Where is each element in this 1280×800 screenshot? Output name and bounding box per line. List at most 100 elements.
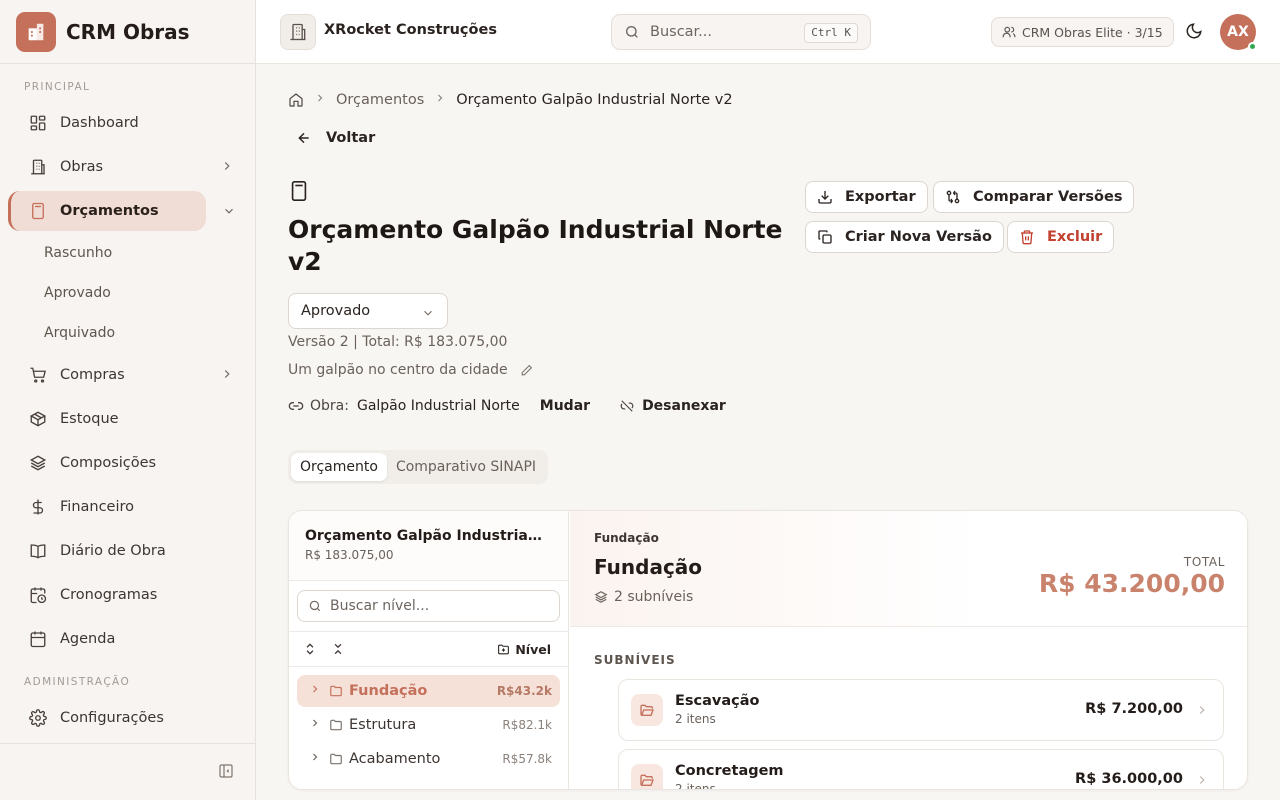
search-input[interactable]: Buscar... Ctrl K bbox=[611, 14, 871, 50]
new-version-label: Criar Nova Versão bbox=[845, 229, 992, 245]
folder-open-icon bbox=[631, 764, 663, 789]
unlink-icon bbox=[620, 399, 634, 413]
back-button[interactable]: Voltar bbox=[296, 130, 375, 146]
level-tree: Orçamento Galpão Industrial ... R$ 183.0… bbox=[289, 511, 569, 789]
sidebar-item-label: Cronogramas bbox=[60, 587, 158, 603]
search-shortcut: Ctrl K bbox=[804, 23, 858, 43]
delete-label: Excluir bbox=[1047, 229, 1103, 245]
tree-row-label: Acabamento bbox=[349, 751, 441, 767]
sidebar-item-label: Financeiro bbox=[60, 499, 135, 515]
sidebar-item-label: Dashboard bbox=[60, 115, 139, 131]
sidebar-item-orcamentos[interactable]: Orçamentos bbox=[8, 191, 206, 231]
sidebar-subitem-arquivado[interactable]: Arquivado bbox=[44, 323, 115, 343]
company-building-icon[interactable] bbox=[280, 14, 316, 50]
sidebar-item-configuracoes[interactable]: Configurações bbox=[8, 698, 248, 738]
layers-icon bbox=[28, 453, 48, 473]
building-icon bbox=[28, 157, 48, 177]
chevron-right-icon bbox=[220, 367, 234, 385]
chevron-right-icon bbox=[1195, 703, 1209, 721]
sublevel-card-concretagem[interactable]: Concretagem 2 itens R$ 36.000,00 bbox=[618, 749, 1224, 790]
folder-icon bbox=[329, 718, 343, 732]
delete-button[interactable]: Excluir bbox=[1007, 221, 1115, 253]
tree-row-acabamento[interactable]: Acabamento R$57.8k bbox=[297, 743, 560, 775]
brand-name: CRM Obras bbox=[66, 19, 190, 44]
sidebar-item-label: Configurações bbox=[60, 710, 164, 726]
sidebar-item-dashboard[interactable]: Dashboard bbox=[8, 103, 248, 143]
tab-orcamento[interactable]: Orçamento bbox=[291, 453, 387, 481]
folder-open-icon bbox=[631, 694, 663, 726]
sidebar-item-obras[interactable]: Obras bbox=[8, 147, 248, 187]
chevron-right-icon bbox=[434, 92, 446, 108]
tree-toolbar: Nível bbox=[289, 631, 569, 667]
sidebar-divider bbox=[0, 743, 256, 744]
expand-all-icon[interactable] bbox=[303, 642, 317, 656]
search-icon bbox=[308, 599, 322, 613]
moon-icon[interactable] bbox=[1185, 22, 1205, 42]
sidebar-collapse-icon[interactable] bbox=[218, 763, 236, 781]
search-placeholder: Buscar... bbox=[650, 24, 713, 40]
compare-versions-button[interactable]: Comparar Versões bbox=[933, 181, 1135, 213]
calendar-icon bbox=[28, 629, 48, 649]
sidebar-item-label: Obras bbox=[60, 159, 104, 175]
sidebar-subitem-aprovado[interactable]: Aprovado bbox=[44, 283, 111, 303]
plan-badge[interactable]: CRM Obras Elite · 3/15 bbox=[991, 17, 1174, 47]
detail-breadcrumb: Fundação bbox=[594, 531, 659, 545]
sidebar-item-cronogramas[interactable]: Cronogramas bbox=[8, 575, 248, 615]
chevron-down-icon[interactable] bbox=[222, 204, 236, 222]
add-level-button[interactable]: Nível bbox=[497, 642, 551, 657]
new-version-button[interactable]: Criar Nova Versão bbox=[805, 221, 1004, 253]
tree-row-label: Estrutura bbox=[349, 717, 417, 733]
sidebar: CRM Obras PRINCIPAL Dashboard Obras Orça… bbox=[0, 0, 256, 800]
main-content: Orçamentos Orçamento Galpão Industrial N… bbox=[256, 64, 1280, 800]
sublevels-section-label: SUBNÍVEIS bbox=[594, 653, 676, 667]
dollar-icon bbox=[28, 497, 48, 517]
layers-icon bbox=[594, 590, 608, 604]
company-name[interactable]: XRocket Construções bbox=[324, 22, 497, 38]
level-search-input[interactable]: Buscar nível... bbox=[297, 590, 560, 622]
status-select[interactable]: Aprovado bbox=[288, 293, 448, 329]
sidebar-item-diario[interactable]: Diário de Obra bbox=[8, 531, 248, 571]
cart-icon bbox=[28, 365, 48, 385]
chevron-right-icon bbox=[309, 751, 321, 767]
page-title: Orçamento Galpão Industrial Norte v2 bbox=[288, 215, 783, 276]
description: Um galpão no centro da cidade bbox=[288, 362, 533, 378]
plan-label: CRM Obras Elite · 3/15 bbox=[1022, 24, 1163, 40]
calculator-icon bbox=[28, 201, 48, 221]
folder-plus-icon bbox=[497, 643, 510, 656]
obra-label: Obra: bbox=[310, 398, 349, 414]
arrow-left-icon bbox=[296, 130, 312, 146]
pencil-icon[interactable] bbox=[520, 364, 533, 377]
sublevel-name: Escavação bbox=[675, 693, 760, 709]
tree-row-estrutura[interactable]: Estrutura R$82.1k bbox=[297, 709, 560, 741]
collapse-all-icon[interactable] bbox=[331, 642, 345, 656]
tree-row-fundacao[interactable]: Fundação R$43.2k bbox=[297, 675, 560, 707]
sublevel-count: 2 itens bbox=[675, 782, 716, 790]
sidebar-item-compras[interactable]: Compras bbox=[8, 355, 248, 395]
sublevel-name: Concretagem bbox=[675, 763, 784, 779]
sidebar-item-agenda[interactable]: Agenda bbox=[8, 619, 248, 659]
sidebar-item-estoque[interactable]: Estoque bbox=[8, 399, 248, 439]
sidebar-item-composicoes[interactable]: Composições bbox=[8, 443, 248, 483]
export-label: Exportar bbox=[845, 189, 916, 205]
detail-title: Fundação bbox=[594, 555, 703, 579]
home-icon[interactable] bbox=[288, 92, 304, 108]
sidebar-item-label: Compras bbox=[60, 367, 125, 383]
sidebar-item-label: Orçamentos bbox=[60, 203, 159, 219]
breadcrumb-current: Orçamento Galpão Industrial Norte v2 bbox=[456, 92, 733, 108]
trash-icon bbox=[1019, 229, 1035, 245]
sidebar-item-label: Estoque bbox=[60, 411, 119, 427]
breadcrumb-orcamentos[interactable]: Orçamentos bbox=[336, 92, 424, 108]
building-logo-icon bbox=[16, 11, 56, 52]
tree-header: Orçamento Galpão Industrial ... R$ 183.0… bbox=[289, 511, 568, 581]
brand[interactable]: CRM Obras bbox=[0, 0, 255, 64]
obra-value[interactable]: Galpão Industrial Norte bbox=[357, 398, 520, 414]
sidebar-item-financeiro[interactable]: Financeiro bbox=[8, 487, 248, 527]
folder-icon bbox=[329, 752, 343, 766]
export-button[interactable]: Exportar bbox=[805, 181, 928, 213]
tab-comparativo-sinapi[interactable]: Comparativo SINAPI bbox=[387, 453, 545, 481]
tree-row-label: Fundação bbox=[349, 683, 428, 699]
sublevel-card-escavacao[interactable]: Escavação 2 itens R$ 7.200,00 bbox=[618, 679, 1224, 741]
change-obra-button[interactable]: Mudar bbox=[540, 398, 590, 414]
detach-obra-button[interactable]: Desanexar bbox=[642, 398, 726, 414]
sidebar-subitem-rascunho[interactable]: Rascunho bbox=[44, 243, 112, 263]
